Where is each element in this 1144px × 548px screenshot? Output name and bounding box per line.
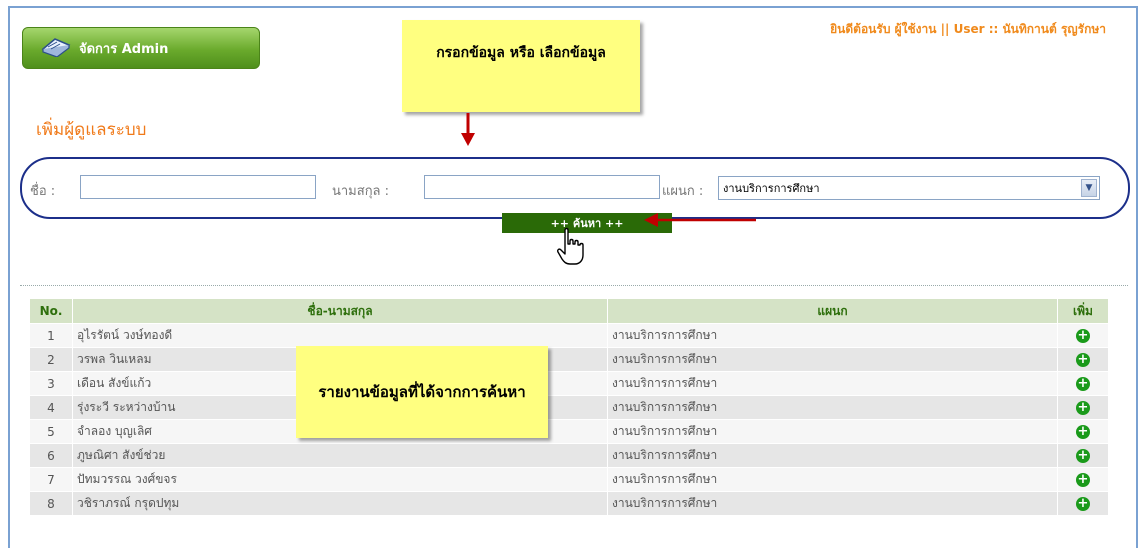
row-number: 5 [29,419,73,444]
admin-manage-button[interactable]: จัดการ Admin [22,27,260,69]
book-icon [41,35,71,61]
row-department: งานบริการการศึกษา [607,323,1058,348]
table-row: 2 วรพล วินเหลม งานบริการการศึกษา + [29,347,1109,372]
add-plus-icon[interactable]: + [1076,424,1090,439]
row-department: งานบริการการศึกษา [607,491,1058,516]
row-department: งานบริการการศึกษา [607,443,1058,468]
add-plus-icon[interactable]: + [1076,352,1090,367]
row-number: 7 [29,467,73,492]
add-plus-icon[interactable]: + [1076,376,1090,391]
chevron-down-icon[interactable]: ▼ [1081,179,1097,197]
department-select[interactable]: งานบริการการศึกษา ▼ [718,176,1100,200]
row-number: 4 [29,395,73,420]
table-row: 1 อุไรรัตน์ วงษ์ทองดี งานบริการการศึกษา … [29,323,1109,348]
add-plus-icon[interactable]: + [1076,400,1090,415]
column-header-no: No. [29,298,73,324]
add-plus-icon[interactable]: + [1076,472,1090,487]
column-header-name: ชื่อ-นามสกุล [72,298,608,324]
table-row: 5 จำลอง บุญเลิศ งานบริการการศึกษา + [29,419,1109,444]
add-plus-icon[interactable]: + [1076,496,1090,511]
note-report-hint: รายงานข้อมูลที่ได้จากการค้นหา [296,346,548,438]
row-name: ภูษณิศา สังข์ช่วย [72,443,608,468]
column-header-add: เพิ่ม [1057,298,1109,324]
last-name-label: นามสกุล : [332,184,390,199]
row-name: ปัทมวรรณ วงศ์ขจร [72,467,608,492]
row-number: 3 [29,371,73,396]
table-row: 8 วชิราภรณ์ กรุดปทุม งานบริการการศึกษา + [29,491,1109,516]
add-plus-icon[interactable]: + [1076,448,1090,463]
table-row: 6 ภูษณิศา สังข์ช่วย งานบริการการศึกษา + [29,443,1109,468]
admin-button-label: จัดการ Admin [79,41,169,57]
row-number: 6 [29,443,73,468]
table-row: 7 ปัทมวรรณ วงศ์ขจร งานบริการการศึกษา + [29,467,1109,492]
row-department: งานบริการการศึกษา [607,347,1058,372]
section-divider [20,285,1128,286]
welcome-text: ยินดีต้อนรับ ผู้ใช้งาน || User :: นันทิก… [830,22,1106,36]
row-department: งานบริการการศึกษา [607,467,1058,492]
last-name-input[interactable] [424,175,660,199]
page-title: เพิ่มผู้ดูแลระบบ [36,120,147,140]
results-table: No. ชื่อ-นามสกุล แผนก เพิ่ม 1 อุไรรัตน์ … [29,298,1109,516]
table-row: 3 เดือน สังข์แก้ว งานบริการการศึกษา + [29,371,1109,396]
row-name: อุไรรัตน์ วงษ์ทองดี [72,323,608,348]
row-name: วชิราภรณ์ กรุดปทุม [72,491,608,516]
arrow-left-icon [644,213,756,227]
row-department: งานบริการการศึกษา [607,371,1058,396]
arrow-down-icon [461,113,475,146]
first-name-label: ชื่อ : [30,184,56,199]
note-input-hint: กรอกข้อมูล หรือ เลือกข้อมูล [402,20,640,112]
column-header-department: แผนก [607,298,1058,324]
first-name-input[interactable] [80,175,316,199]
hand-cursor-icon [557,227,584,265]
row-department: งานบริการการศึกษา [607,419,1058,444]
row-number: 8 [29,491,73,516]
table-row: 4 รุ่งระวี ระหว่างบ้าน งานบริการการศึกษา… [29,395,1109,420]
department-selected-value: งานบริการการศึกษา [723,182,820,195]
department-label: แผนก : [662,184,704,199]
row-department: งานบริการการศึกษา [607,395,1058,420]
row-number: 1 [29,323,73,348]
add-plus-icon[interactable]: + [1076,328,1090,343]
row-number: 2 [29,347,73,372]
